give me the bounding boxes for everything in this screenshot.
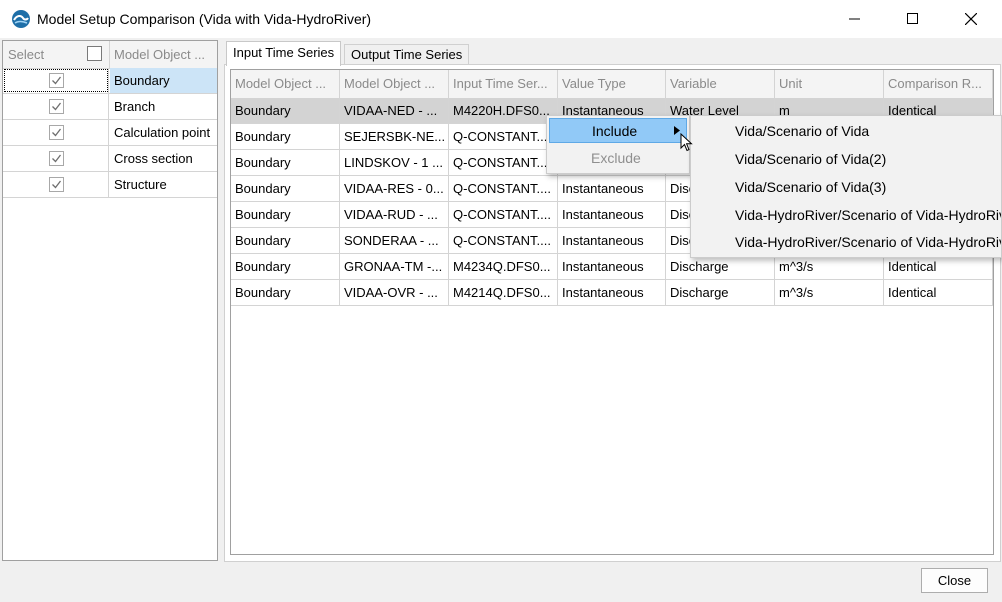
table-cell[interactable]: Boundary <box>231 228 340 253</box>
table-cell[interactable]: M4214Q.DFS0... <box>449 280 558 305</box>
column-header[interactable]: Model Object ... <box>340 70 449 98</box>
column-header[interactable]: Comparison R... <box>884 70 993 98</box>
maximize-icon <box>907 13 918 24</box>
time-series-grid-header: Model Object ... Model Object ... Input … <box>231 70 993 99</box>
table-cell[interactable]: VIDAA-OVR - ... <box>340 280 449 305</box>
table-cell[interactable]: Boundary <box>231 150 340 175</box>
minimize-button[interactable] <box>826 0 884 38</box>
object-type-name[interactable]: Calculation point <box>110 120 217 145</box>
select-all-checkbox[interactable] <box>87 46 102 61</box>
object-type-grid-header: Select Model Object ... <box>3 41 217 69</box>
checkmark-icon <box>52 102 62 111</box>
tab-output-time-series[interactable]: Output Time Series <box>344 44 470 65</box>
checkmark-icon <box>52 128 62 137</box>
table-cell[interactable]: Instantaneous <box>558 176 666 201</box>
table-cell[interactable]: Boundary <box>231 176 340 201</box>
object-type-name[interactable]: Cross section <box>110 146 217 171</box>
table-cell[interactable]: Q-CONSTANT.... <box>449 176 558 201</box>
object-type-grid[interactable]: Select Model Object ... Boundary Branch … <box>2 40 218 561</box>
column-header[interactable]: Unit <box>775 70 884 98</box>
row-checkbox[interactable] <box>49 73 64 88</box>
column-header[interactable]: Model Object ... <box>231 70 340 98</box>
object-type-name[interactable]: Boundary <box>110 68 217 93</box>
checkmark-icon <box>52 76 62 85</box>
table-cell[interactable]: Boundary <box>231 98 340 123</box>
object-type-row[interactable]: Structure <box>3 172 217 198</box>
table-cell[interactable]: Q-CONSTANT.... <box>449 124 558 149</box>
table-cell[interactable]: M4220H.DFS0... <box>449 98 558 123</box>
checkmark-icon <box>52 180 62 189</box>
row-checkbox[interactable] <box>49 177 64 192</box>
minimize-icon <box>849 18 860 20</box>
close-window-button[interactable] <box>942 0 1000 38</box>
table-cell[interactable]: Identical <box>884 280 993 305</box>
table-cell[interactable]: Q-CONSTANT.... <box>449 228 558 253</box>
object-type-name[interactable]: Structure <box>110 172 217 197</box>
table-cell[interactable]: LINDSKOV - 1 ... <box>340 150 449 175</box>
context-menu: Include Exclude <box>546 115 690 174</box>
row-checkbox[interactable] <box>49 125 64 140</box>
include-label: Include <box>592 123 638 139</box>
table-cell[interactable]: Instantaneous <box>558 202 666 227</box>
table-cell[interactable]: Boundary <box>231 280 340 305</box>
table-cell[interactable]: M4234Q.DFS0... <box>449 254 558 279</box>
table-cell[interactable]: SONDERAA - ... <box>340 228 449 253</box>
table-cell[interactable]: Instantaneous <box>558 280 666 305</box>
column-header[interactable]: Input Time Ser... <box>449 70 558 98</box>
row-checkbox[interactable] <box>49 99 64 114</box>
checkmark-icon <box>52 154 62 163</box>
window-title: Model Setup Comparison (Vida with Vida-H… <box>37 11 372 27</box>
column-header[interactable]: Value Type <box>558 70 666 98</box>
model-object-column-header[interactable]: Model Object ... <box>114 47 205 62</box>
table-cell[interactable]: Boundary <box>231 254 340 279</box>
object-type-row[interactable]: Boundary <box>3 68 217 94</box>
include-menu-item[interactable]: Include <box>549 118 687 143</box>
submenu-item-scenario[interactable]: Vida/Scenario of Vida(3) <box>691 174 1001 201</box>
close-icon <box>965 13 977 25</box>
table-cell[interactable]: GRONAA-TM -... <box>340 254 449 279</box>
table-cell[interactable]: SEJERSBK-NE... <box>340 124 449 149</box>
exclude-menu-item[interactable]: Exclude <box>591 150 641 166</box>
object-type-name[interactable]: Branch <box>110 94 217 119</box>
object-type-row[interactable]: Branch <box>3 94 217 120</box>
submenu-item-scenario[interactable]: Vida-HydroRiver/Scenario of Vida-HydroRi… <box>691 202 1001 229</box>
submenu-item-scenario[interactable]: Vida/Scenario of Vida(2) <box>691 146 1001 173</box>
table-cell[interactable]: Boundary <box>231 124 340 149</box>
object-type-row[interactable]: Calculation point <box>3 120 217 146</box>
table-cell[interactable]: VIDAA-RUD - ... <box>340 202 449 227</box>
submenu-item-scenario[interactable]: Vida/Scenario of Vida <box>691 118 1001 145</box>
mouse-cursor-icon <box>680 133 693 152</box>
select-column-header[interactable]: Select <box>8 47 44 62</box>
table-cell[interactable]: Q-CONSTANT.... <box>449 202 558 227</box>
maximize-button[interactable] <box>884 0 942 38</box>
tab-input-time-series[interactable]: Input Time Series <box>226 41 342 66</box>
title-bar: Model Setup Comparison (Vida with Vida-H… <box>0 0 1002 38</box>
close-button[interactable]: Close <box>921 568 988 593</box>
table-cell[interactable]: Boundary <box>231 202 340 227</box>
app-wave-icon <box>11 9 31 29</box>
table-cell[interactable]: Instantaneous <box>558 228 666 253</box>
include-submenu: Vida/Scenario of Vida Vida/Scenario of V… <box>690 115 1002 258</box>
column-header[interactable]: Variable <box>666 70 775 98</box>
table-cell[interactable]: m^3/s <box>775 280 884 305</box>
table-row[interactable]: Boundary VIDAA-OVR - ... M4214Q.DFS0... Ins… <box>231 280 993 306</box>
object-type-row[interactable]: Cross section <box>3 146 217 172</box>
table-cell[interactable]: Q-CONSTANT.... <box>449 150 558 175</box>
row-checkbox[interactable] <box>49 151 64 166</box>
table-cell[interactable]: Discharge <box>666 280 775 305</box>
table-cell[interactable]: Instantaneous <box>558 254 666 279</box>
table-cell[interactable]: VIDAA-NED - ... <box>340 98 449 123</box>
table-cell[interactable]: VIDAA-RES - 0... <box>340 176 449 201</box>
submenu-item-scenario[interactable]: Vida-HydroRiver/Scenario of Vida-HydroRi… <box>691 229 1001 256</box>
